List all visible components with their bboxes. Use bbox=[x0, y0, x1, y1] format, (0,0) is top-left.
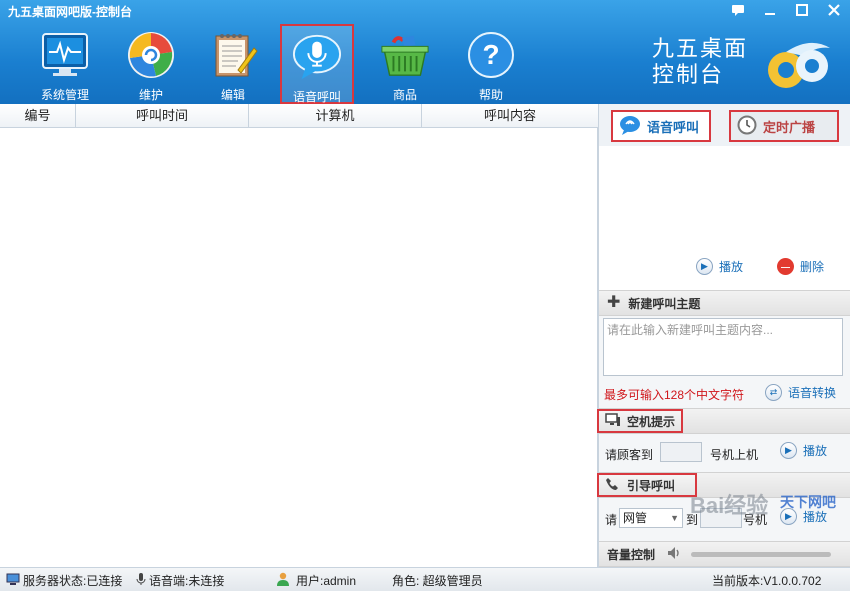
user-avatar-icon bbox=[276, 572, 290, 589]
brand-95-logo-icon bbox=[760, 30, 834, 97]
select-value: 网管 bbox=[623, 511, 648, 525]
user-text: 用户:admin bbox=[296, 574, 357, 588]
clock-icon bbox=[737, 115, 757, 138]
call-table-header: 编号 呼叫时间 计算机 呼叫内容 bbox=[0, 104, 598, 128]
toolbar-edit[interactable]: 编辑 bbox=[196, 24, 270, 104]
role-info: 角色: 超级管理员 bbox=[392, 572, 483, 589]
maintenance-icon bbox=[126, 30, 176, 80]
volume-slider[interactable] bbox=[691, 551, 832, 557]
guide-role-select[interactable]: 网管 ▼ bbox=[619, 508, 683, 528]
delete-label: 删除 bbox=[800, 260, 825, 274]
minimize-icon[interactable] bbox=[756, 0, 784, 22]
toolbar-system-management[interactable]: 系统管理 bbox=[28, 24, 102, 104]
system-monitor-icon bbox=[40, 30, 90, 80]
header-bar: 九五桌面网吧版-控制台 系统管理 维护 编辑 语音呼叫 商品 ? 帮助 九五桌面… bbox=[0, 0, 850, 104]
feedback-icon[interactable] bbox=[724, 0, 752, 22]
char-limit-hint: 最多可输入128个中文字符 bbox=[604, 388, 745, 402]
idle-seat-number-input[interactable] bbox=[660, 442, 702, 462]
idle-prompt-text-before: 请顾客到 bbox=[605, 448, 654, 462]
guide-text-before: 请 bbox=[605, 513, 618, 527]
play-button[interactable]: ▶ 播放 bbox=[696, 258, 743, 275]
toolbar-label: 系统管理 bbox=[40, 88, 89, 102]
panel-tab-bar: 语音呼叫 定时广播 bbox=[599, 104, 850, 146]
server-status-text: 服务器状态:已连接 bbox=[23, 574, 123, 588]
role-text: 角色: 超级管理员 bbox=[392, 574, 483, 588]
idle-prompt-text-after: 号机上机 bbox=[710, 448, 759, 462]
chevron-down-icon: ▼ bbox=[670, 513, 679, 523]
edit-notepad-icon bbox=[208, 30, 258, 80]
delete-button[interactable]: — 删除 bbox=[777, 258, 824, 275]
volume-section-header: 音量控制 bbox=[599, 541, 850, 567]
play-label: 播放 bbox=[803, 444, 828, 458]
toolbar-label: 帮助 bbox=[478, 88, 503, 102]
section-title: 新建呼叫主题 bbox=[628, 296, 701, 311]
column-header-call-content[interactable]: 呼叫内容 bbox=[422, 104, 598, 128]
play-icon: ▶ bbox=[780, 442, 797, 459]
toolbar-help[interactable]: ? 帮助 bbox=[454, 24, 528, 104]
play-icon: ▶ bbox=[696, 258, 713, 275]
idle-play-button[interactable]: ▶ 播放 bbox=[780, 442, 827, 459]
column-header-computer[interactable]: 计算机 bbox=[249, 104, 422, 128]
version-text: 当前版本:V1.0.0.702 bbox=[712, 574, 822, 588]
tab-label: 语音呼叫 bbox=[647, 119, 700, 135]
voice-topic-list[interactable]: ▶ 播放 — 删除 bbox=[599, 146, 850, 290]
section-title: 引导呼叫 bbox=[627, 478, 676, 493]
voice-status: 语音端:未连接 bbox=[136, 572, 224, 589]
speaker-icon bbox=[667, 546, 683, 563]
help-icon: ? bbox=[466, 30, 516, 80]
plus-icon: ✚ bbox=[607, 294, 621, 311]
brand-line-1: 九五桌面 bbox=[652, 36, 749, 61]
toolbar-label: 语音呼叫 bbox=[292, 90, 341, 104]
svg-text:?: ? bbox=[482, 39, 499, 70]
phone-icon bbox=[605, 477, 619, 494]
toolbar-label: 商品 bbox=[392, 88, 417, 102]
play-label: 播放 bbox=[719, 260, 744, 274]
call-table-body[interactable] bbox=[0, 128, 598, 567]
close-icon[interactable] bbox=[820, 0, 848, 22]
computer-icon bbox=[605, 412, 621, 430]
watermark-baidu: Bai经验 bbox=[690, 493, 769, 518]
column-header-id[interactable]: 编号 bbox=[0, 104, 76, 128]
toolbar-label: 编辑 bbox=[220, 88, 245, 102]
tab-voice-call[interactable]: 语音呼叫 bbox=[611, 110, 711, 142]
section-title: 音量控制 bbox=[607, 547, 656, 562]
server-status: 服务器状态:已连接 bbox=[6, 572, 122, 589]
microphone-icon bbox=[136, 572, 146, 589]
guide-call-title-box: 引导呼叫 bbox=[597, 473, 697, 497]
new-topic-textarea[interactable]: 请在此输入新建呼叫主题内容... bbox=[603, 318, 843, 376]
maximize-icon[interactable] bbox=[788, 0, 816, 22]
voice-convert-button[interactable]: ⇄ 语音转换 bbox=[765, 384, 836, 401]
toolbar-voice-call[interactable]: 语音呼叫 bbox=[280, 24, 354, 104]
status-bar: 服务器状态:已连接 语音端:未连接 用户:admin 角色: 超级管理员 当前版… bbox=[0, 567, 850, 591]
shopping-basket-icon bbox=[380, 30, 430, 80]
window-title: 九五桌面网吧版-控制台 bbox=[8, 5, 132, 19]
watermark-txwb: 天下网吧 bbox=[780, 494, 836, 510]
column-header-call-time[interactable]: 呼叫时间 bbox=[76, 104, 249, 128]
monitor-icon bbox=[6, 573, 20, 589]
convert-label: 语音转换 bbox=[788, 386, 837, 400]
brand-text: 九五桌面 控制台 bbox=[652, 36, 748, 88]
delete-icon: — bbox=[777, 258, 794, 275]
voice-bubble-icon bbox=[619, 115, 641, 138]
tab-scheduled-broadcast[interactable]: 定时广播 bbox=[729, 110, 839, 142]
user-info: 用户:admin bbox=[276, 572, 356, 589]
brand-line-2: 控制台 bbox=[652, 62, 725, 87]
idle-prompt-title-box: 空机提示 bbox=[597, 409, 684, 433]
version-info: 当前版本:V1.0.0.702 bbox=[712, 572, 821, 589]
toolbar-goods[interactable]: 商品 bbox=[368, 24, 442, 104]
tab-label: 定时广播 bbox=[763, 119, 816, 135]
convert-icon: ⇄ bbox=[765, 384, 782, 401]
new-topic-section-header: ✚ 新建呼叫主题 bbox=[599, 290, 850, 316]
voice-status-text: 语音端:未连接 bbox=[149, 574, 225, 588]
microphone-bubble-icon bbox=[292, 32, 342, 82]
section-title: 空机提示 bbox=[627, 414, 676, 429]
toolbar-maintenance[interactable]: 维护 bbox=[114, 24, 188, 104]
toolbar-label: 维护 bbox=[138, 88, 163, 102]
